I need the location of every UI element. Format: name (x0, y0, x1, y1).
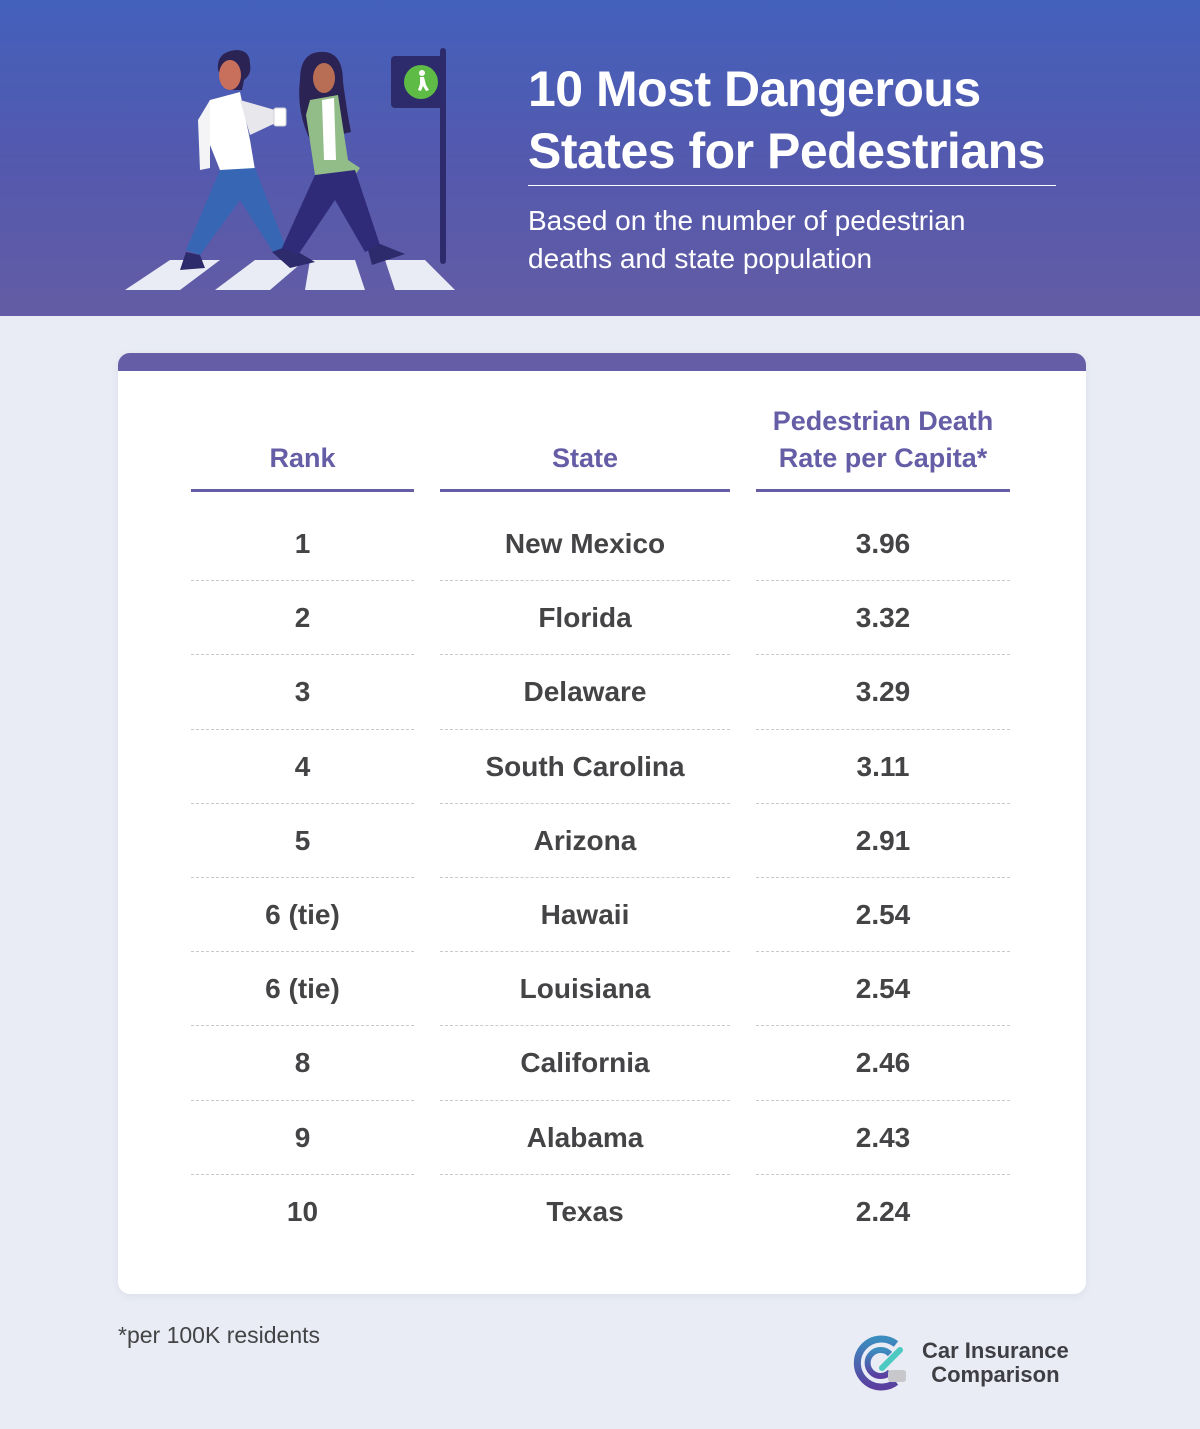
rate-cell: 3.32 (855, 602, 911, 634)
title-line-1: 10 Most Dangerous (528, 61, 981, 117)
rate-cell: 3.11 (856, 750, 910, 782)
table-row: 2 Florida 3.32 (118, 581, 1086, 656)
rate-cell: 2.54 (855, 973, 911, 1005)
table-row: 4 South Carolina 3.11 (118, 730, 1086, 804)
card-accent-bar (118, 353, 1086, 371)
state-cell: Delaware (523, 676, 647, 708)
header-rule-rate (756, 489, 1010, 492)
table-row: 8 California 2.46 (118, 1026, 1086, 1101)
subtitle: Based on the number of pedestrian deaths… (528, 202, 1088, 278)
title-divider (528, 185, 1056, 186)
table-row: 6 (tie) Louisiana 2.54 (118, 952, 1086, 1027)
state-cell: Florida (538, 602, 632, 634)
brand-name: Car Insurance Comparison (922, 1339, 1069, 1387)
header-banner: 10 Most Dangerous States for Pedestrians… (0, 0, 1200, 316)
table-row: 1 New Mexico 3.96 (118, 507, 1086, 582)
rate-cell: 2.46 (855, 1047, 911, 1079)
state-cell: Hawaii (540, 898, 630, 930)
state-cell: Louisiana (519, 973, 651, 1005)
rank-cell: 10 (286, 1195, 319, 1227)
rank-cell: 9 (294, 1121, 311, 1153)
column-header-rate: Pedestrian Death Rate per Capita* (756, 401, 1010, 489)
table-row: 5 Arizona 2.91 (118, 804, 1086, 878)
header-rule-state (440, 489, 730, 492)
state-cell: Texas (546, 1195, 624, 1227)
table-row: 6 (tie) Hawaii 2.54 (118, 878, 1086, 953)
state-cell: California (520, 1047, 650, 1079)
header-rule-rank (191, 489, 414, 492)
state-cell: Arizona (533, 824, 637, 856)
subtitle-line-2: deaths and state population (528, 243, 873, 274)
rank-cell: 1 (294, 528, 311, 559)
rank-cell: 3 (294, 676, 311, 708)
footnote: *per 100K residents (118, 1322, 321, 1348)
page-title: 10 Most Dangerous States for Pedestrians (528, 58, 1088, 182)
subtitle-line-1: Based on the number of pedestrian (528, 205, 966, 236)
column-header-rank: Rank (269, 443, 336, 473)
state-cell: New Mexico (504, 528, 666, 559)
table-row: 3 Delaware 3.29 (118, 655, 1086, 730)
rank-cell: 8 (294, 1047, 311, 1079)
woman-figure (282, 51, 405, 265)
rank-cell: 6 (tie) (265, 898, 340, 930)
title-line-2: States for Pedestrians (528, 123, 1045, 179)
column-header-rate-line-1: Pedestrian Death (772, 406, 994, 436)
walk-signal (391, 48, 446, 264)
rank-cell: 2 (294, 602, 311, 634)
state-cell: South Carolina (485, 750, 685, 782)
rate-cell: 2.24 (855, 1195, 911, 1227)
rank-cell: 5 (294, 824, 311, 856)
table-body: 1 New Mexico 3.96 2 Florida 3.32 3 Delaware 3.29… (118, 507, 1086, 1249)
table-row: 10 Texas 2.24 (118, 1175, 1086, 1249)
rank-cell: 4 (294, 750, 311, 782)
rate-cell: 3.29 (855, 676, 911, 708)
brand-logo[interactable]: Car Insurance Comparison (852, 1332, 1092, 1394)
brand-line-1: Car Insurance (922, 1338, 1069, 1363)
table-row: 9 Alabama 2.43 (118, 1101, 1086, 1175)
brand-line-2: Comparison (931, 1362, 1060, 1387)
rate-cell: 2.91 (855, 824, 911, 856)
pedestrians-crosswalk-illustration (125, 48, 455, 290)
rank-cell: 6 (tie) (265, 973, 340, 1005)
column-header-rate-line-2: Rate per Capita* (778, 443, 988, 473)
cic-logo-icon (853, 1335, 906, 1391)
column-header-state: State (551, 443, 619, 473)
rate-cell: 3.96 (855, 528, 911, 559)
state-cell: Alabama (526, 1121, 644, 1153)
rate-cell: 2.43 (855, 1121, 911, 1153)
rate-cell: 2.54 (855, 898, 911, 930)
rankings-table-card: Rank State Pedestrian Death Rate per Cap… (118, 353, 1086, 1294)
